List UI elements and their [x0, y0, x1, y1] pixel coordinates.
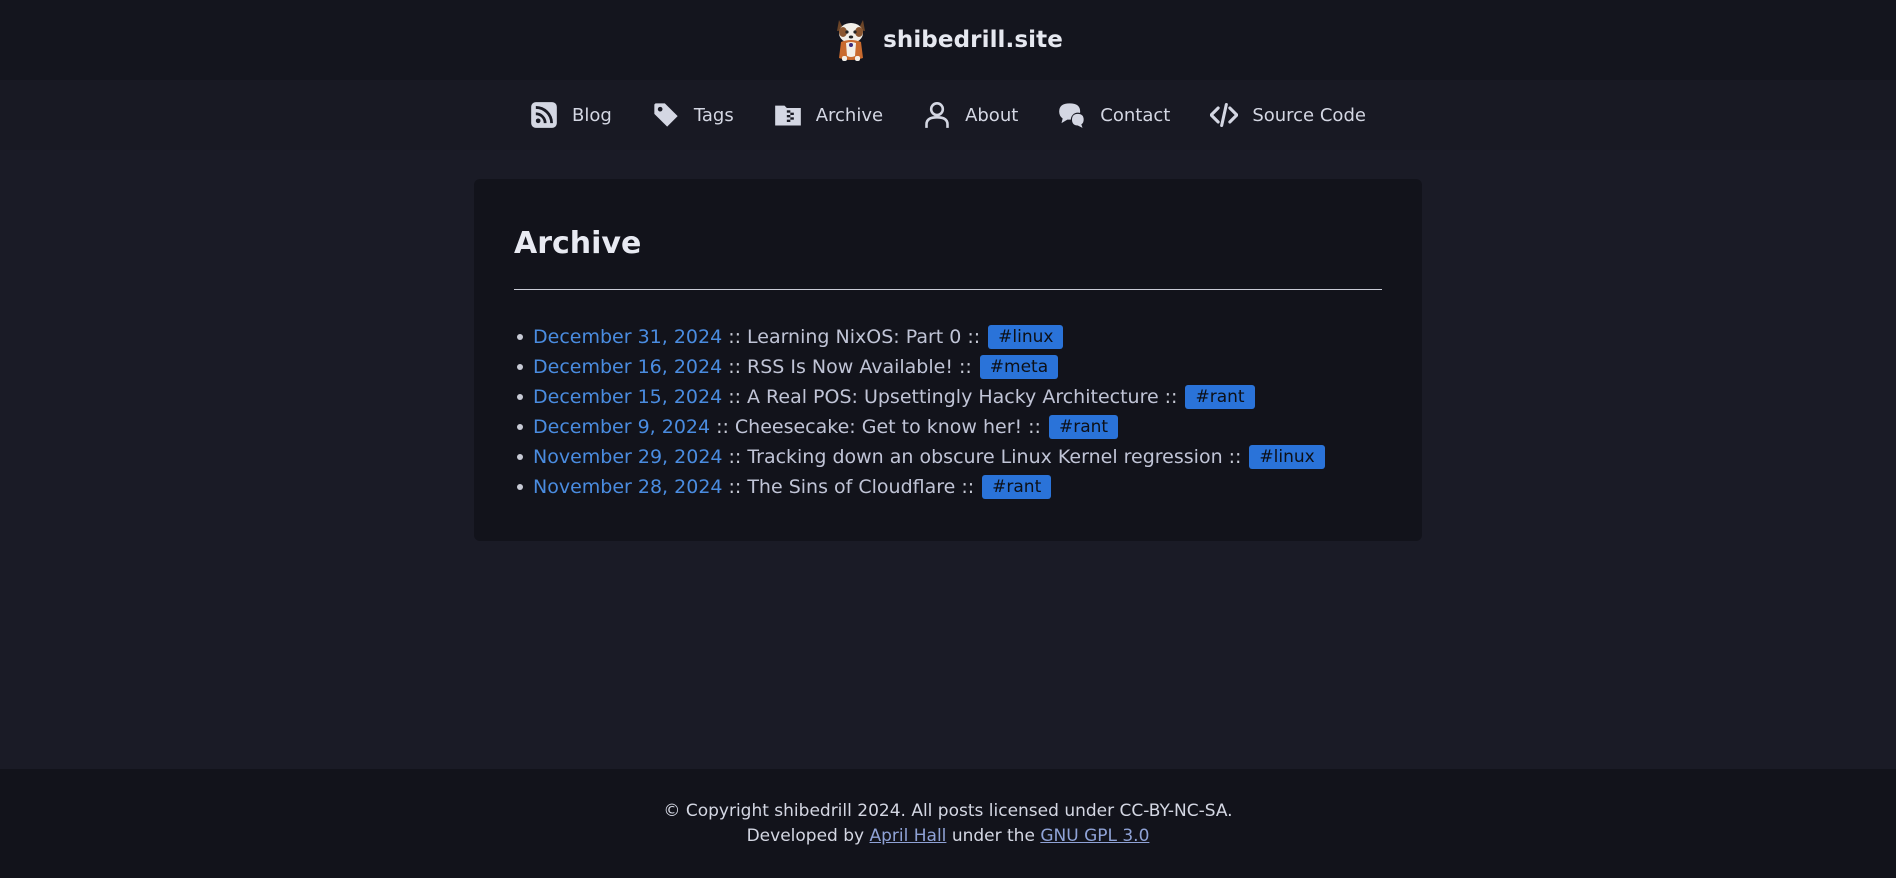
- separator: ::: [1164, 386, 1178, 408]
- list-item: December 31, 2024 :: Learning NixOS: Par…: [514, 322, 1382, 352]
- nav-item-archive[interactable]: Archive: [774, 101, 883, 129]
- post-date-link[interactable]: November 29, 2024: [533, 446, 723, 468]
- copyright-text: © Copyright shibedrill 2024. All posts l…: [663, 801, 1233, 821]
- nav-label-contact: Contact: [1100, 104, 1171, 126]
- bullet: [517, 364, 523, 370]
- site-title: shibedrill.site: [883, 27, 1063, 53]
- separator: ::: [728, 446, 742, 468]
- post-title-link[interactable]: Cheesecake: Get to know her!: [735, 416, 1022, 438]
- tag-badge[interactable]: #rant: [982, 475, 1052, 499]
- list-item: December 15, 2024 :: A Real POS: Upsetti…: [514, 382, 1382, 412]
- list-item: November 29, 2024 :: Tracking down an ob…: [514, 442, 1382, 472]
- post-date-link[interactable]: December 9, 2024: [533, 416, 710, 438]
- title-divider: [514, 289, 1382, 290]
- tag-badge[interactable]: #rant: [1185, 385, 1255, 409]
- nav-item-contact[interactable]: Contact: [1058, 101, 1170, 129]
- separator: ::: [716, 416, 729, 438]
- separator: ::: [961, 476, 975, 498]
- post-title-link[interactable]: RSS Is Now Available!: [747, 356, 953, 378]
- nav-item-about[interactable]: About: [923, 101, 1018, 129]
- archive-card: Archive December 31, 2024 :: Learning Ni…: [474, 179, 1422, 541]
- tag-badge[interactable]: #linux: [988, 325, 1064, 349]
- nav-label-tags: Tags: [693, 104, 734, 126]
- nav-item-tags[interactable]: Tags: [652, 101, 734, 129]
- bullet: [517, 334, 523, 340]
- separator: ::: [958, 356, 972, 378]
- developer-credit: Developed by April Hall under the GNU GP…: [0, 824, 1896, 849]
- separator: ::: [967, 326, 981, 348]
- post-date-link[interactable]: December 31, 2024: [533, 326, 722, 348]
- site-footer: © Copyright shibedrill 2024. All posts l…: [0, 769, 1896, 878]
- post-title-link[interactable]: Learning NixOS: Part 0: [747, 326, 961, 348]
- bullet: [517, 394, 523, 400]
- separator: ::: [1228, 446, 1242, 468]
- post-title-link[interactable]: Tracking down an obscure Linux Kernel re…: [747, 446, 1222, 468]
- bullet: [517, 454, 523, 460]
- site-header: shibedrill.site: [0, 0, 1896, 80]
- archive-folder-icon: [774, 105, 801, 126]
- post-title-link[interactable]: The Sins of Cloudflare: [747, 476, 955, 498]
- separator: ::: [1028, 416, 1041, 438]
- developer-prefix: Developed by: [746, 826, 870, 846]
- bullet: [517, 424, 523, 430]
- license-link[interactable]: GNU GPL 3.0: [1040, 826, 1149, 846]
- separator: ::: [728, 476, 742, 498]
- nav-label-blog: Blog: [572, 104, 612, 126]
- tag-icon: [654, 103, 678, 127]
- rss-icon: [531, 102, 557, 128]
- separator: ::: [728, 326, 741, 348]
- tag-badge[interactable]: #meta: [979, 355, 1059, 379]
- post-list: December 31, 2024 :: Learning NixOS: Par…: [514, 322, 1382, 502]
- separator: ::: [728, 386, 741, 408]
- nav-item-source-code[interactable]: Source Code: [1210, 101, 1366, 129]
- list-item: November 28, 2024 :: The Sins of Cloudfl…: [514, 472, 1382, 502]
- list-item: December 9, 2024 :: Cheesecake: Get to k…: [514, 412, 1382, 442]
- tag-badge[interactable]: #linux: [1249, 445, 1325, 469]
- chat-bubbles-icon: [1059, 103, 1086, 128]
- separator: ::: [728, 356, 741, 378]
- nav-label-archive: Archive: [815, 104, 884, 126]
- list-item: December 16, 2024 :: RSS Is Now Availabl…: [514, 352, 1382, 382]
- nav-label-source-code: Source Code: [1252, 104, 1366, 126]
- code-brackets-icon: [1210, 102, 1239, 128]
- home-link[interactable]: shibedrill.site: [833, 18, 1063, 62]
- shiba-dog-logo-icon: [837, 20, 866, 61]
- nav-item-blog[interactable]: Blog: [530, 101, 612, 129]
- post-date-link[interactable]: December 16, 2024: [533, 356, 722, 378]
- user-icon: [925, 102, 949, 128]
- bullet: [517, 484, 523, 490]
- post-date-link[interactable]: December 15, 2024: [533, 386, 722, 408]
- developer-link[interactable]: April Hall: [870, 826, 947, 846]
- post-date-link[interactable]: November 28, 2024: [533, 476, 723, 498]
- tag-badge[interactable]: #rant: [1048, 415, 1119, 439]
- main-nav: Blog Tags Archive About Contact Source C…: [0, 80, 1896, 150]
- nav-label-about: About: [965, 104, 1019, 126]
- developer-middle: under the: [946, 826, 1041, 846]
- post-title-link[interactable]: A Real POS: Upsettingly Hacky Architectu…: [747, 386, 1159, 408]
- page-title: Archive: [514, 226, 642, 261]
